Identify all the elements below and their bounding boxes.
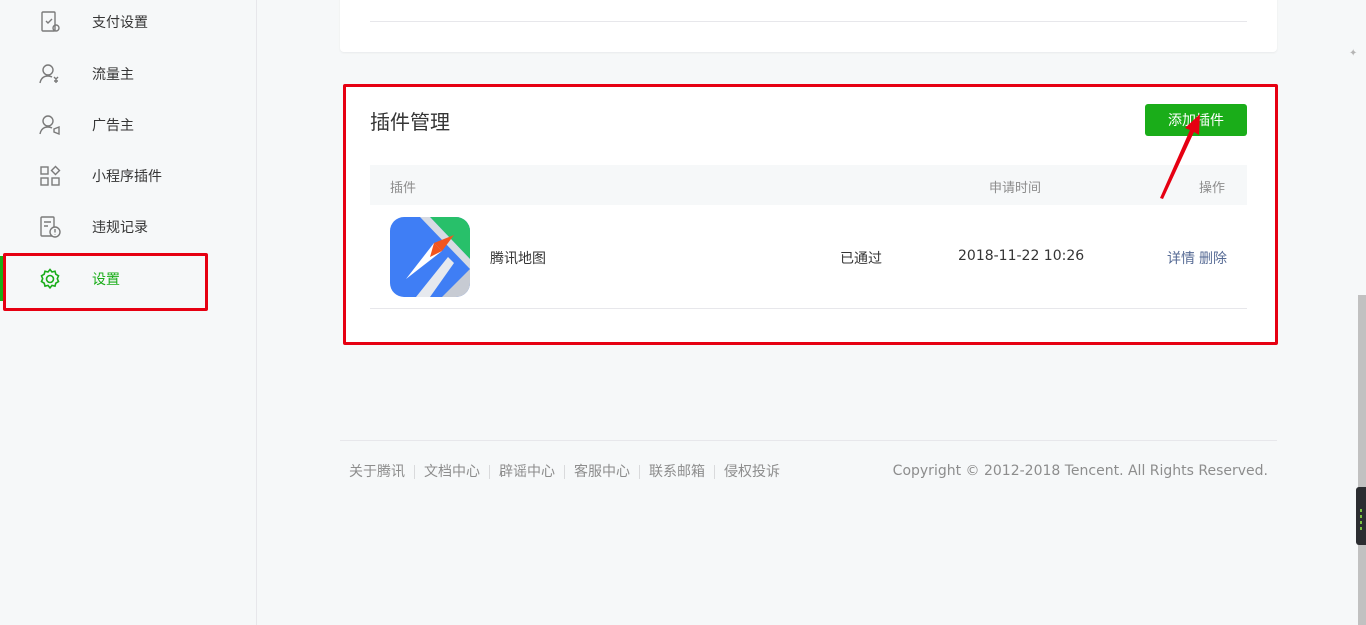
sidebar-item-settings[interactable]: 设置 [0,253,257,304]
sidebar: 支付设置 流量主 广告主 小程序插件 违规记录 设置 [0,0,257,625]
widget-bar [1360,515,1362,518]
sidebar-item-payment-settings[interactable]: 支付设置 [0,0,257,47]
page-scrollbar[interactable] [1358,295,1366,625]
section-title: 插件管理 [370,110,450,134]
sidebar-item-label: 流量主 [92,66,134,83]
sidebar-item-label: 小程序插件 [92,168,162,185]
tencent-map-icon [390,217,470,297]
apply-time: 2018-11-22 10:26 [958,248,1085,264]
previous-section-card [340,0,1277,52]
widget-bar [1360,509,1362,512]
footer-link-email[interactable]: 联系邮箱 [639,465,714,479]
settings-gear-icon [38,267,62,291]
add-plugin-button[interactable]: 添加插件 [1145,104,1247,136]
column-header-plugin: 插件 [390,181,417,196]
pin-icon[interactable]: ✦ [1349,48,1357,59]
divider [370,21,1247,22]
sidebar-item-label: 广告主 [92,117,134,134]
delete-link[interactable]: 删除 [1199,248,1227,268]
sidebar-item-traffic-owner[interactable]: 流量主 [0,48,257,99]
widget-bar [1360,521,1362,524]
violation-record-icon [38,215,62,239]
sidebar-item-label: 设置 [92,271,120,288]
table-header: 插件 申请时间 操作 [370,165,1247,205]
sidebar-item-mini-program-plugin[interactable]: 小程序插件 [0,150,257,201]
payment-settings-icon [38,10,62,34]
sidebar-item-label: 支付设置 [92,14,148,31]
status-text: 已通过 [840,251,882,267]
footer-link-complaint[interactable]: 侵权投诉 [714,465,789,479]
copyright-text: Copyright © 2012-2018 Tencent. All Right… [892,463,1268,479]
footer-link-service[interactable]: 客服中心 [564,465,639,479]
sidebar-item-advertiser[interactable]: 广告主 [0,99,257,150]
column-header-operation: 操作 [1199,181,1226,196]
traffic-owner-icon [38,62,62,86]
footer-divider [340,440,1277,441]
footer-link-docs[interactable]: 文档中心 [414,465,489,479]
footer-link-about[interactable]: 关于腾讯 [340,465,414,479]
advertiser-icon [38,113,62,137]
plugin-name: 腾讯地图 [490,251,546,267]
plugin-grid-icon [38,164,62,188]
column-header-apply-time: 申请时间 [989,181,1042,196]
table-row: 腾讯地图 已通过 2018-11-22 10:26 详情 删除 [370,205,1247,309]
widget-bar [1360,527,1362,530]
sidebar-item-violation-record[interactable]: 违规记录 [0,201,257,252]
footer-links: 关于腾讯 文档中心 辟谣中心 客服中心 联系邮箱 侵权投诉 [340,462,789,482]
sidebar-item-label: 违规记录 [92,219,148,236]
detail-link[interactable]: 详情 [1167,248,1195,268]
plugin-management-card: 插件管理 添加插件 插件 申请时间 操作 腾讯地图 已通过 2018-11-22… [345,86,1276,343]
footer-link-rumor[interactable]: 辟谣中心 [489,465,564,479]
side-widget[interactable] [1356,487,1366,545]
